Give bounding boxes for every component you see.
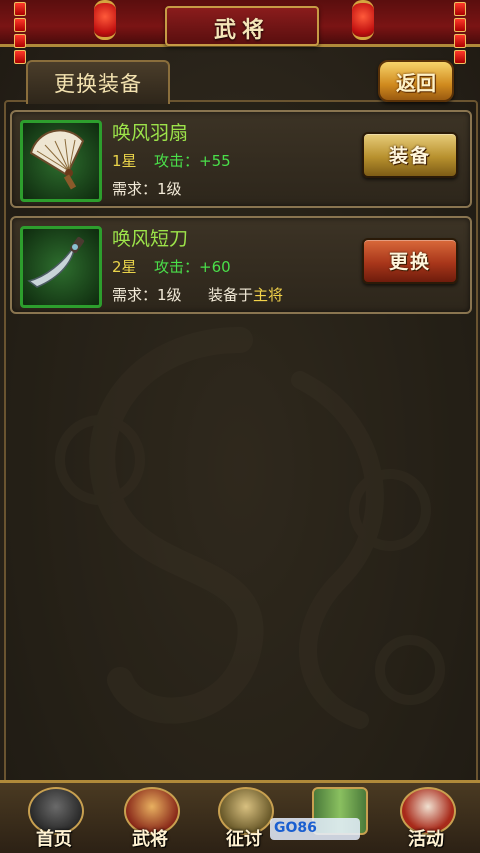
equipped-on-text: 装备于主将 bbox=[208, 284, 283, 305]
equipment-card: 唤风短刀 2星 攻击：+60 需求：1级 装备于主将 更换 bbox=[10, 216, 472, 314]
lantern-icon bbox=[94, 0, 116, 40]
nav-general[interactable]: 武将 bbox=[110, 783, 190, 853]
short-blade-icon bbox=[20, 226, 102, 308]
equipped-owner: 主将 bbox=[253, 286, 284, 304]
bottom-nav: 首页 武将 征讨 活动 bbox=[0, 780, 480, 853]
lantern-icon bbox=[352, 0, 374, 40]
nav-events[interactable]: 活动 bbox=[386, 783, 466, 853]
top-banner: 武将 bbox=[0, 0, 480, 64]
item-name: 唤风短刀 bbox=[112, 228, 189, 250]
equip-button-label: 装备 bbox=[388, 145, 431, 167]
site-watermark: GO86 bbox=[270, 818, 360, 840]
equip-button[interactable]: 装备 bbox=[362, 132, 458, 178]
feather-fan-icon bbox=[20, 120, 102, 202]
tab-label: 更换装备 bbox=[54, 72, 142, 96]
replace-button-label: 更换 bbox=[388, 251, 431, 273]
item-attack: 攻击：+55 bbox=[154, 152, 231, 170]
item-attack: 攻击：+60 bbox=[154, 258, 231, 276]
title-plaque: 武将 bbox=[165, 6, 319, 46]
item-requirement: 需求：1级 bbox=[112, 180, 182, 198]
replace-button[interactable]: 更换 bbox=[362, 238, 458, 284]
item-name: 唤风羽扇 bbox=[112, 122, 189, 144]
item-star: 2星 bbox=[112, 258, 137, 276]
back-button-label: 返回 bbox=[396, 71, 436, 95]
nav-home[interactable]: 首页 bbox=[14, 783, 94, 853]
watermark-text: GO86 bbox=[274, 820, 317, 836]
equipment-card: 唤风羽扇 1星 攻击：+55 需求：1级 装备 bbox=[10, 110, 472, 208]
tab-change-equipment[interactable]: 更换装备 bbox=[26, 60, 170, 104]
nav-label: 首页 bbox=[36, 829, 72, 850]
item-star: 1星 bbox=[112, 152, 137, 170]
equipped-prefix: 装备于 bbox=[208, 286, 254, 304]
back-button[interactable]: 返回 bbox=[378, 60, 454, 102]
page-title: 武将 bbox=[213, 18, 270, 43]
item-requirement: 需求：1级 bbox=[112, 286, 182, 304]
nav-label: 活动 bbox=[408, 829, 444, 850]
nav-label: 武将 bbox=[132, 829, 168, 850]
game-screen: 武将 更换装备 返回 唤风羽扇 1星 攻击：+55 需求：1级 装备 唤风短刀 … bbox=[0, 0, 480, 853]
